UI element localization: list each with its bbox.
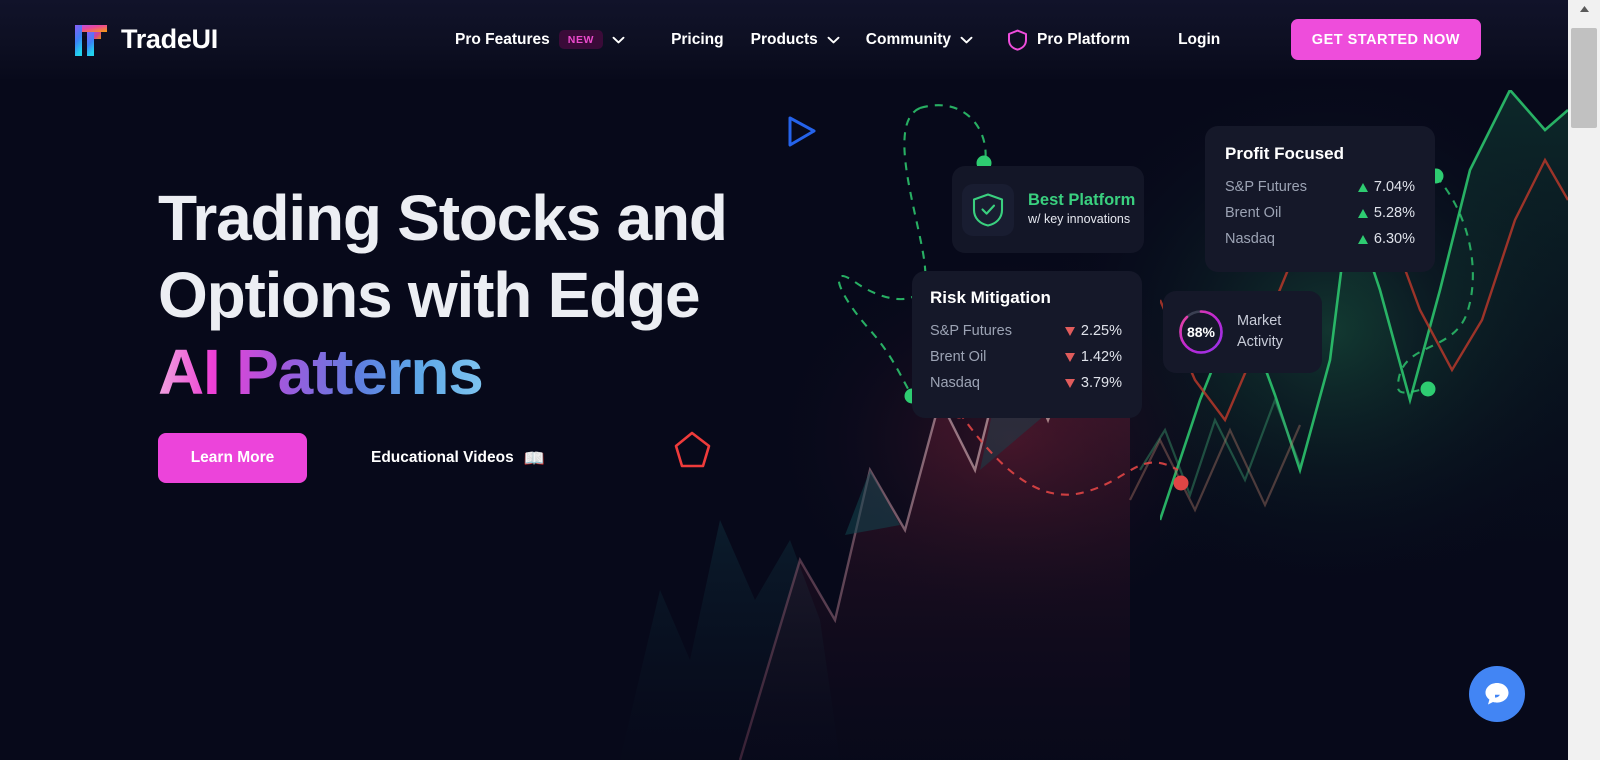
card-title: Risk Mitigation xyxy=(930,288,1051,307)
educational-videos-label: Educational Videos xyxy=(371,449,514,466)
scrollbar-up-arrow[interactable] xyxy=(1568,0,1600,17)
quote-value: 3.79% xyxy=(1064,375,1122,391)
quote-percent: 5.28% xyxy=(1373,205,1415,221)
login-link[interactable]: Login xyxy=(1178,31,1220,49)
shield-icon xyxy=(1008,29,1028,51)
nav-item-pro-platform[interactable]: Pro Platform xyxy=(1007,29,1130,51)
quote-name: Nasdaq xyxy=(930,375,980,391)
hero-headline-line-2: Options with Edge xyxy=(158,258,701,331)
hero-headline-line-1: Trading Stocks and xyxy=(158,182,728,254)
triangle-down-icon xyxy=(1064,326,1075,336)
market-activity-card: 88% Market Activity xyxy=(1163,291,1322,373)
quote-row: S&P Futures 2.25% xyxy=(930,323,1122,339)
market-activity-percent: 88% xyxy=(1186,324,1216,340)
get-started-button[interactable]: GET STARTED NOW xyxy=(1290,19,1481,60)
quote-row: Brent Oil 5.28% xyxy=(1225,205,1415,221)
quote-value: 1.42% xyxy=(1064,349,1122,365)
learn-more-button[interactable]: Learn More xyxy=(158,433,307,483)
best-platform-subtitle: w/ key innovations xyxy=(1028,212,1131,227)
triangle-up-icon xyxy=(1357,182,1368,192)
quote-name: S&P Futures xyxy=(1225,179,1307,195)
page-viewport: TradeUI Pro Features NEW Pricing Product… xyxy=(0,0,1568,760)
quote-percent: 7.04% xyxy=(1373,179,1415,195)
best-platform-text: Best Platform w/ key innovations xyxy=(1028,190,1135,229)
best-platform-icon-box xyxy=(962,183,1014,236)
best-platform-title: Best Platform xyxy=(1028,190,1136,209)
quote-row: Nasdaq 6.30% xyxy=(1225,231,1415,247)
quote-name: S&P Futures xyxy=(930,323,1012,339)
market-activity-label-line-1: Market xyxy=(1237,312,1282,329)
quote-value: 5.28% xyxy=(1357,205,1415,221)
hero-actions: Learn More Educational Videos 📖 xyxy=(158,433,545,483)
nav-item-pricing[interactable]: Pricing xyxy=(671,31,724,49)
vertical-scrollbar[interactable] xyxy=(1568,0,1600,760)
market-activity-ring: 88% xyxy=(1177,308,1225,356)
brand-logo[interactable]: TradeUI xyxy=(70,17,218,62)
quote-value: 6.30% xyxy=(1357,231,1415,247)
chat-widget-button[interactable] xyxy=(1469,666,1525,722)
nav-item-label: Pro Platform xyxy=(1037,30,1131,48)
chevron-up-icon xyxy=(1579,5,1589,12)
open-book-icon: 📖 xyxy=(523,448,545,468)
quote-row: Brent Oil 1.42% xyxy=(930,349,1122,365)
market-activity-label: Market Activity xyxy=(1237,311,1283,353)
triangle-up-icon xyxy=(1357,208,1368,218)
nav-item-label: Pro Features xyxy=(455,30,550,48)
market-activity-label-line-2: Activity xyxy=(1237,334,1283,350)
quote-percent: 2.25% xyxy=(1080,323,1122,339)
educational-videos-link[interactable]: Educational Videos 📖 xyxy=(371,449,545,467)
chevron-down-icon xyxy=(827,36,840,43)
nav-item-products[interactable]: Products xyxy=(751,31,840,49)
new-badge: NEW xyxy=(558,29,604,50)
triangle-down-icon xyxy=(1064,352,1075,362)
nav-item-label: Community xyxy=(865,30,952,48)
quote-value: 2.25% xyxy=(1064,323,1122,339)
chat-bubble-icon xyxy=(1485,683,1509,705)
chevron-down-icon xyxy=(960,36,973,43)
brand-name: TradeUI xyxy=(121,24,218,54)
quote-row: S&P Futures 7.04% xyxy=(1225,179,1415,195)
shield-check-icon xyxy=(972,192,1004,227)
triangle-down-icon xyxy=(1064,378,1075,388)
quote-percent: 3.79% xyxy=(1080,375,1122,391)
quote-name: Nasdaq xyxy=(1225,231,1275,247)
nav-item-community[interactable]: Community xyxy=(866,31,973,49)
quote-percent: 1.42% xyxy=(1080,349,1122,365)
hero-headline-line-3: AI Patterns xyxy=(158,334,484,411)
profit-focused-card: Profit Focused S&P Futures 7.04% Brent O… xyxy=(1205,126,1435,272)
triangle-up-icon xyxy=(1357,234,1368,244)
quote-row: Nasdaq 3.79% xyxy=(930,375,1122,391)
quote-name: Brent Oil xyxy=(930,349,987,365)
nav-links: Pro Features NEW Pricing Products Commun… xyxy=(455,0,1220,79)
nav-item-pro-features[interactable]: Pro Features NEW xyxy=(455,29,625,50)
browser-page: TradeUI Pro Features NEW Pricing Product… xyxy=(0,0,1600,760)
nav-item-label: Pricing xyxy=(671,30,724,48)
tradeui-logo-icon xyxy=(75,24,107,56)
top-navigation-bar: TradeUI Pro Features NEW Pricing Product… xyxy=(0,0,1568,79)
best-platform-card: Best Platform w/ key innovations xyxy=(952,166,1144,253)
quote-name: Brent Oil xyxy=(1225,205,1282,221)
scrollbar-thumb[interactable] xyxy=(1571,28,1597,128)
hero-copy: Trading Stocks and Options with Edge AI … xyxy=(158,180,798,410)
card-title: Profit Focused xyxy=(1225,144,1345,163)
nav-item-label: Products xyxy=(750,30,818,48)
quote-percent: 6.30% xyxy=(1373,231,1415,247)
risk-mitigation-card: Risk Mitigation S&P Futures 2.25% Brent … xyxy=(912,271,1142,418)
chevron-down-icon xyxy=(612,36,625,43)
quote-value: 7.04% xyxy=(1357,179,1415,195)
